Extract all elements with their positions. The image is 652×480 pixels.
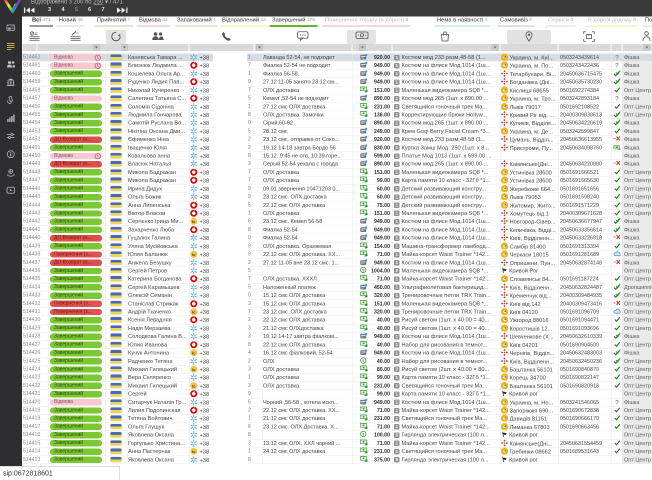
svg-text:$: $ — [362, 267, 365, 272]
svg-text:$: $ — [362, 432, 365, 437]
svg-text:$: $ — [362, 358, 365, 363]
